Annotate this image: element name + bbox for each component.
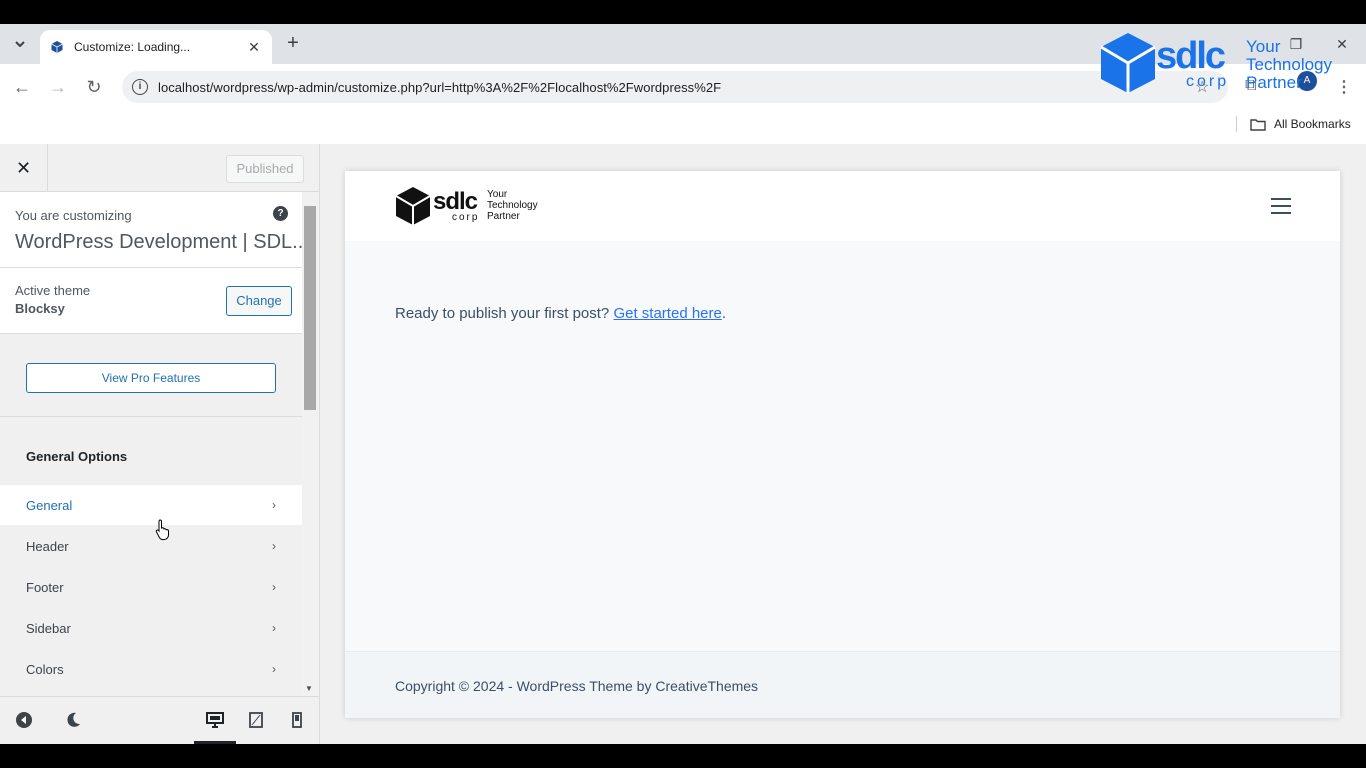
menu-item-label: Sidebar (26, 620, 71, 636)
tablet-preview-icon[interactable] (247, 711, 265, 729)
all-bookmarks-label: All Bookmarks (1274, 117, 1351, 131)
message-text: Ready to publish your first post? (395, 305, 610, 322)
folder-icon (1250, 118, 1266, 131)
menu-item-general[interactable]: General › (0, 485, 302, 525)
hand-cursor-icon (155, 519, 169, 541)
theme-name: Blocksy (15, 301, 65, 316)
hide-controls-icon[interactable] (15, 711, 33, 729)
chevron-right-icon: › (272, 621, 276, 635)
site-footer: Copyright © 2024 - WordPress Theme by Cr… (345, 651, 1340, 718)
site-header: sdlc corp Your Technology Partner (345, 171, 1340, 241)
get-started-link[interactable]: Get started here (613, 305, 721, 322)
menu-item-label: General (26, 497, 73, 513)
active-theme-box: Active theme Blocksy Change (0, 268, 302, 334)
tab-search-button[interactable] (8, 32, 32, 56)
tab-close-icon[interactable]: ✕ (246, 39, 262, 56)
browser-window: Customize: Loading... ✕ + ❐ ✕ ← → ↻ i lo… (0, 24, 1366, 744)
menu-item-header[interactable]: Header › (0, 526, 302, 566)
logo-line3: Partner (487, 211, 520, 222)
menu-item-footer[interactable]: Footer › (0, 567, 302, 607)
site-info-icon[interactable]: i (132, 79, 148, 95)
menu-item-colors[interactable]: Colors › (0, 649, 302, 689)
published-button[interactable]: Published (226, 155, 304, 183)
sdlc-watermark-logo: sdlc corp Your Technology Partner (1098, 31, 1348, 97)
active-device-indicator (194, 741, 236, 744)
watermark-line3: Partner (1246, 73, 1302, 92)
chevron-right-icon: › (272, 498, 276, 512)
divider (0, 416, 302, 417)
forward-icon[interactable]: → (46, 75, 70, 99)
customizer-sidebar: ✕ Published You are customizing ? WordPr… (0, 144, 320, 744)
message-period: . (721, 305, 727, 322)
bookmarks-divider (1236, 116, 1237, 132)
menu-item-label: Header (26, 538, 69, 554)
desktop-preview-icon[interactable] (206, 711, 224, 729)
customizing-label: You are customizing (15, 208, 132, 223)
copyright-text: Copyright © 2024 - WordPress Theme by Cr… (395, 678, 759, 694)
dark-mode-moon-icon[interactable] (64, 711, 82, 729)
close-customizer-icon[interactable]: ✕ (0, 144, 48, 192)
sdlc-cube-logo-icon (395, 187, 431, 225)
site-preview: sdlc corp Your Technology Partner Ready … (345, 171, 1340, 718)
no-posts-message: Ready to publish your first post? Get st… (395, 305, 726, 322)
customizer-panel: You are customizing ? WordPress Developm… (0, 192, 319, 696)
url-text: localhost/wordpress/wp-admin/customize.p… (158, 79, 722, 95)
scrollbar-thumb[interactable] (304, 206, 316, 410)
watermark-line1: Your (1246, 37, 1281, 56)
active-theme-label: Active theme (15, 283, 91, 298)
change-theme-button[interactable]: Change (226, 286, 292, 316)
logo-line2: Technology (487, 200, 538, 211)
address-bar[interactable]: i localhost/wordpress/wp-admin/customize… (122, 71, 1228, 103)
watermark-brand: sdlc (1156, 35, 1226, 77)
back-icon[interactable]: ← (10, 75, 34, 99)
chevron-right-icon: › (272, 662, 276, 676)
chevron-down-icon (15, 41, 25, 47)
customizer-footer (0, 696, 319, 744)
bookmarks-bar: All Bookmarks (0, 110, 1366, 144)
logo-corp: corp (452, 212, 480, 223)
logo-line1: Your (487, 189, 508, 200)
sdlc-cube-icon (1100, 33, 1156, 93)
mobile-preview-icon[interactable] (288, 711, 306, 729)
all-bookmarks-button[interactable]: All Bookmarks (1250, 117, 1351, 131)
tab-title: Customize: Loading... (74, 40, 191, 54)
watermark-corp: corp (1186, 73, 1230, 90)
reload-icon[interactable]: ↻ (82, 75, 106, 99)
menu-item-label: Footer (26, 579, 64, 595)
site-title: WordPress Development | SDL... (15, 231, 309, 253)
customizer-header: ✕ Published (0, 144, 319, 192)
section-title: General Options (26, 449, 128, 464)
new-tab-button[interactable]: + (282, 32, 304, 54)
menu-item-sidebar[interactable]: Sidebar › (0, 608, 302, 648)
chevron-right-icon: › (272, 539, 276, 553)
hamburger-menu-icon[interactable] (1271, 198, 1291, 214)
watermark-line2: Technology (1246, 55, 1333, 74)
chevron-right-icon: › (272, 580, 276, 594)
browser-tab[interactable]: Customize: Loading... ✕ (40, 30, 272, 64)
cube-favicon-icon (51, 41, 63, 53)
help-icon[interactable]: ? (273, 206, 288, 221)
scroll-down-arrow-icon[interactable]: ▼ (305, 684, 313, 693)
menu-item-label: Colors (26, 661, 64, 677)
customizing-info: You are customizing ? WordPress Developm… (0, 192, 309, 268)
view-pro-features-button[interactable]: View Pro Features (26, 363, 276, 393)
